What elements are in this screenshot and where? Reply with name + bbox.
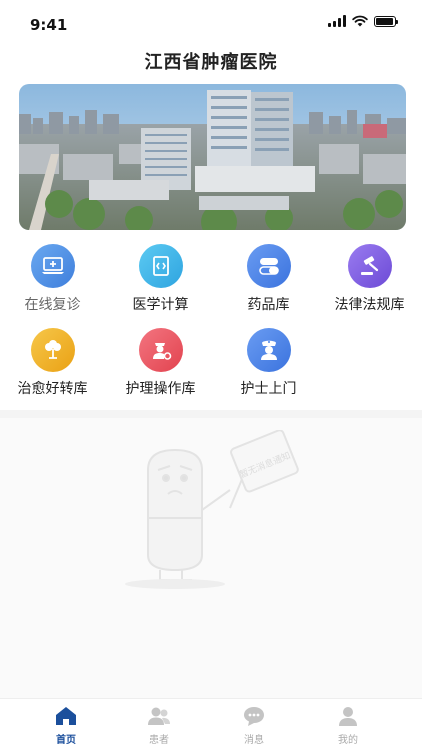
hospital-building-photo xyxy=(19,84,406,230)
service-label: 医学计算 xyxy=(132,297,189,313)
empty-mascot-illustration: 暂无消息通知 xyxy=(125,430,299,589)
message-icon xyxy=(224,705,284,727)
service-cure-library[interactable]: 治愈好转库 xyxy=(0,328,105,398)
battery-icon xyxy=(374,15,398,27)
profile-icon xyxy=(318,705,378,727)
tab-patients[interactable]: 患者 xyxy=(129,705,189,746)
laptop-plus-icon xyxy=(30,244,75,288)
tab-label: 我的 xyxy=(338,735,358,746)
service-label: 法律法规库 xyxy=(334,297,405,313)
cellular-signal-icon xyxy=(328,15,346,27)
home-icon xyxy=(36,705,96,727)
gavel-icon xyxy=(347,244,392,288)
service-label: 护士上门 xyxy=(240,381,297,397)
service-law-library[interactable]: 法律法规库 xyxy=(317,244,422,314)
tab-profile[interactable]: 我的 xyxy=(318,705,378,746)
service-drug-library[interactable]: 药品库 xyxy=(216,244,321,314)
wifi-icon xyxy=(352,15,368,27)
service-medical-calc[interactable]: 医学计算 xyxy=(108,244,213,314)
tab-home[interactable]: 首页 xyxy=(36,705,96,746)
hospital-banner[interactable] xyxy=(19,84,406,230)
service-nursing-ops[interactable]: 护理操作库 xyxy=(108,328,213,398)
service-label: 在线复诊 xyxy=(24,297,81,313)
status-icons xyxy=(328,15,398,27)
nurse-gear-icon xyxy=(138,328,183,372)
status-bar: 9:41 xyxy=(0,0,422,44)
service-label: 护理操作库 xyxy=(125,381,196,397)
tree-icon xyxy=(30,328,75,372)
tab-label: 首页 xyxy=(56,735,76,746)
nurse-icon xyxy=(246,328,291,372)
service-online-revisit[interactable]: 在线复诊 xyxy=(0,244,105,314)
capsule-icon xyxy=(246,244,291,288)
tab-messages[interactable]: 消息 xyxy=(224,705,284,746)
tab-label: 消息 xyxy=(244,735,264,746)
patients-icon xyxy=(129,705,189,727)
service-nurse-visit[interactable]: 护士上门 xyxy=(216,328,321,398)
section-divider xyxy=(0,410,422,418)
tab-label: 患者 xyxy=(149,735,169,746)
status-time: 9:41 xyxy=(30,16,68,34)
code-book-icon xyxy=(138,244,183,288)
service-label: 药品库 xyxy=(247,297,290,313)
bottom-tab-bar: 首页 患者 消息 我的 xyxy=(0,698,422,751)
service-label: 治愈好转库 xyxy=(17,381,88,397)
page-title: 江西省肿瘤医院 xyxy=(144,52,278,73)
